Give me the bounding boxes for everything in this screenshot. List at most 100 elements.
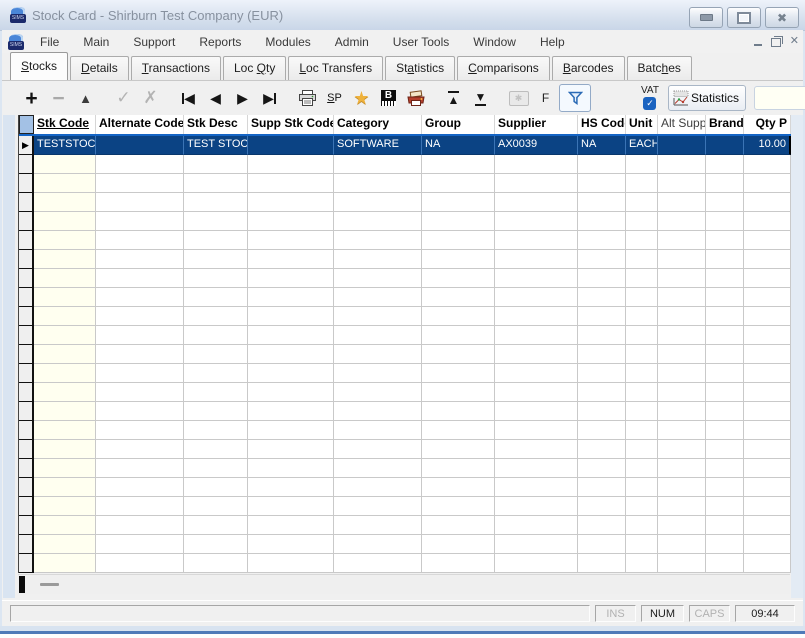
mdi-restore-icon[interactable]	[771, 38, 781, 47]
column-header-unit[interactable]: Unit	[626, 115, 658, 134]
mdi-minimize-icon[interactable]	[754, 44, 762, 46]
cell-stk-code[interactable]: TESTSTOCK	[34, 136, 96, 155]
print-button[interactable]	[294, 85, 321, 111]
cell-supp-stk-code[interactable]	[248, 136, 334, 155]
menu-main[interactable]: Main	[71, 32, 121, 52]
f-button[interactable]: F	[532, 85, 559, 111]
grid-empty-row[interactable]	[19, 326, 791, 345]
quick-search-input[interactable]	[754, 86, 805, 110]
grid-empty-row[interactable]	[19, 459, 791, 478]
cell-hs-code[interactable]: NA	[578, 136, 626, 155]
menu-support[interactable]: Support	[121, 32, 187, 52]
column-header-alt-suppl[interactable]: Alt Suppl	[658, 115, 706, 134]
go-bottom-button[interactable]: ▼	[467, 85, 494, 111]
grid-empty-row[interactable]	[19, 231, 791, 250]
mdi-close-icon[interactable]: ✕	[790, 36, 799, 47]
cell-alt-suppl[interactable]	[658, 136, 706, 155]
tab-stocks[interactable]: Stocks	[10, 52, 68, 80]
grid-empty-row[interactable]	[19, 307, 791, 326]
grid-empty-row[interactable]	[19, 364, 791, 383]
post-button[interactable]: ✓	[110, 85, 137, 111]
tab-batches[interactable]: Batches	[627, 56, 692, 80]
go-top-button[interactable]: ▲	[440, 85, 467, 111]
tab-barcodes[interactable]: Barcodes	[552, 56, 625, 80]
column-header-brand[interactable]: Brand	[706, 115, 744, 134]
column-header-group[interactable]: Group	[422, 115, 495, 134]
column-header-hs-code[interactable]: HS Code	[578, 115, 626, 134]
vat-checkbox-icon[interactable]: ✓	[643, 97, 656, 110]
add-record-button[interactable]: +	[18, 85, 45, 111]
print-labels-button[interactable]	[402, 85, 429, 111]
grid-empty-row[interactable]	[19, 174, 791, 193]
empty-cell	[422, 155, 495, 174]
cell-brand[interactable]	[706, 136, 744, 155]
last-record-button[interactable]: ▶	[256, 85, 283, 111]
column-header-stk-desc[interactable]: Stk Desc	[184, 115, 248, 134]
vat-toggle[interactable]: VAT ✓	[641, 86, 659, 110]
grid-empty-row[interactable]	[19, 535, 791, 554]
close-button[interactable]: ✖	[765, 7, 799, 28]
grid-empty-row[interactable]	[19, 516, 791, 535]
tab-loc-transfers[interactable]: Loc Transfers	[288, 56, 383, 80]
tab-details[interactable]: Details	[70, 56, 129, 80]
restore-button[interactable]	[727, 7, 761, 28]
column-header-category[interactable]: Category	[334, 115, 422, 134]
grid-empty-row[interactable]	[19, 288, 791, 307]
sp-button[interactable]: SP	[321, 85, 348, 111]
filter-button[interactable]	[559, 84, 591, 112]
grid-empty-row[interactable]	[19, 250, 791, 269]
delete-record-button[interactable]: −	[45, 85, 72, 111]
menu-admin[interactable]: Admin	[323, 32, 381, 52]
statistics-button[interactable]: Statistics	[668, 85, 746, 111]
menu-reports[interactable]: Reports	[187, 32, 253, 52]
grid-empty-row[interactable]	[19, 345, 791, 364]
menu-modules[interactable]: Modules	[253, 32, 322, 52]
tab-loc-qty[interactable]: Loc Qty	[223, 56, 286, 80]
column-header-supp-stk-code[interactable]: Supp Stk Code	[248, 115, 334, 134]
column-header-alternate-code[interactable]: Alternate Code	[96, 115, 184, 134]
column-header-stk-code[interactable]: Stk Code	[34, 115, 96, 134]
empty-cell	[578, 212, 626, 231]
menu-user-tools[interactable]: User Tools	[381, 32, 461, 52]
cell-supplier[interactable]: AX0039	[495, 136, 578, 155]
grid-empty-row[interactable]	[19, 269, 791, 288]
grid-empty-row[interactable]	[19, 402, 791, 421]
grid-empty-row[interactable]	[19, 155, 791, 174]
first-record-button[interactable]: ◀	[175, 85, 202, 111]
menu-window[interactable]: Window	[461, 32, 528, 52]
minimize-button[interactable]	[689, 7, 723, 28]
grid-empty-row[interactable]	[19, 212, 791, 231]
grid-empty-row[interactable]	[19, 554, 791, 573]
scrollbar-thumb[interactable]	[19, 576, 25, 593]
grid-empty-row[interactable]	[19, 421, 791, 440]
tab-transactions[interactable]: Transactions	[131, 56, 221, 80]
grid-empty-row[interactable]	[19, 497, 791, 516]
menu-file[interactable]: File	[28, 32, 71, 52]
menu-help[interactable]: Help	[528, 32, 577, 52]
cell-category[interactable]: SOFTWARE	[334, 136, 422, 155]
cell-group[interactable]: NA	[422, 136, 495, 155]
selected-stock-row[interactable]: ▶ TESTSTOCK TEST STOCK ( SOFTWARE NA AX0…	[19, 134, 791, 155]
barcode-button[interactable]: B	[375, 85, 402, 111]
cancel-button[interactable]: ✗	[137, 85, 164, 111]
cell-unit[interactable]: EACH	[626, 136, 658, 155]
favourite-button[interactable]: ★	[348, 85, 375, 111]
grid-empty-row[interactable]	[19, 383, 791, 402]
grid-empty-row[interactable]	[19, 440, 791, 459]
prior-record-button[interactable]: ◀	[202, 85, 229, 111]
empty-cell	[19, 364, 34, 383]
empty-cell	[626, 174, 658, 193]
cell-qty[interactable]: 10.00	[744, 136, 791, 155]
grid-empty-row[interactable]	[19, 478, 791, 497]
grid-empty-row[interactable]	[19, 193, 791, 212]
cell-stk-desc[interactable]: TEST STOCK (	[184, 136, 248, 155]
tab-comparisons[interactable]: Comparisons	[457, 56, 550, 80]
grid-horizontal-scrollbar[interactable]	[18, 574, 790, 594]
edit-record-button[interactable]: ▲	[72, 85, 99, 111]
tab-statistics[interactable]: Statistics	[385, 56, 455, 80]
cell-alternate-code[interactable]	[96, 136, 184, 155]
column-header-qty[interactable]: Qty P	[744, 115, 791, 134]
next-record-button[interactable]: ▶	[229, 85, 256, 111]
column-header-supplier[interactable]: Supplier	[495, 115, 578, 134]
empty-cell	[626, 478, 658, 497]
